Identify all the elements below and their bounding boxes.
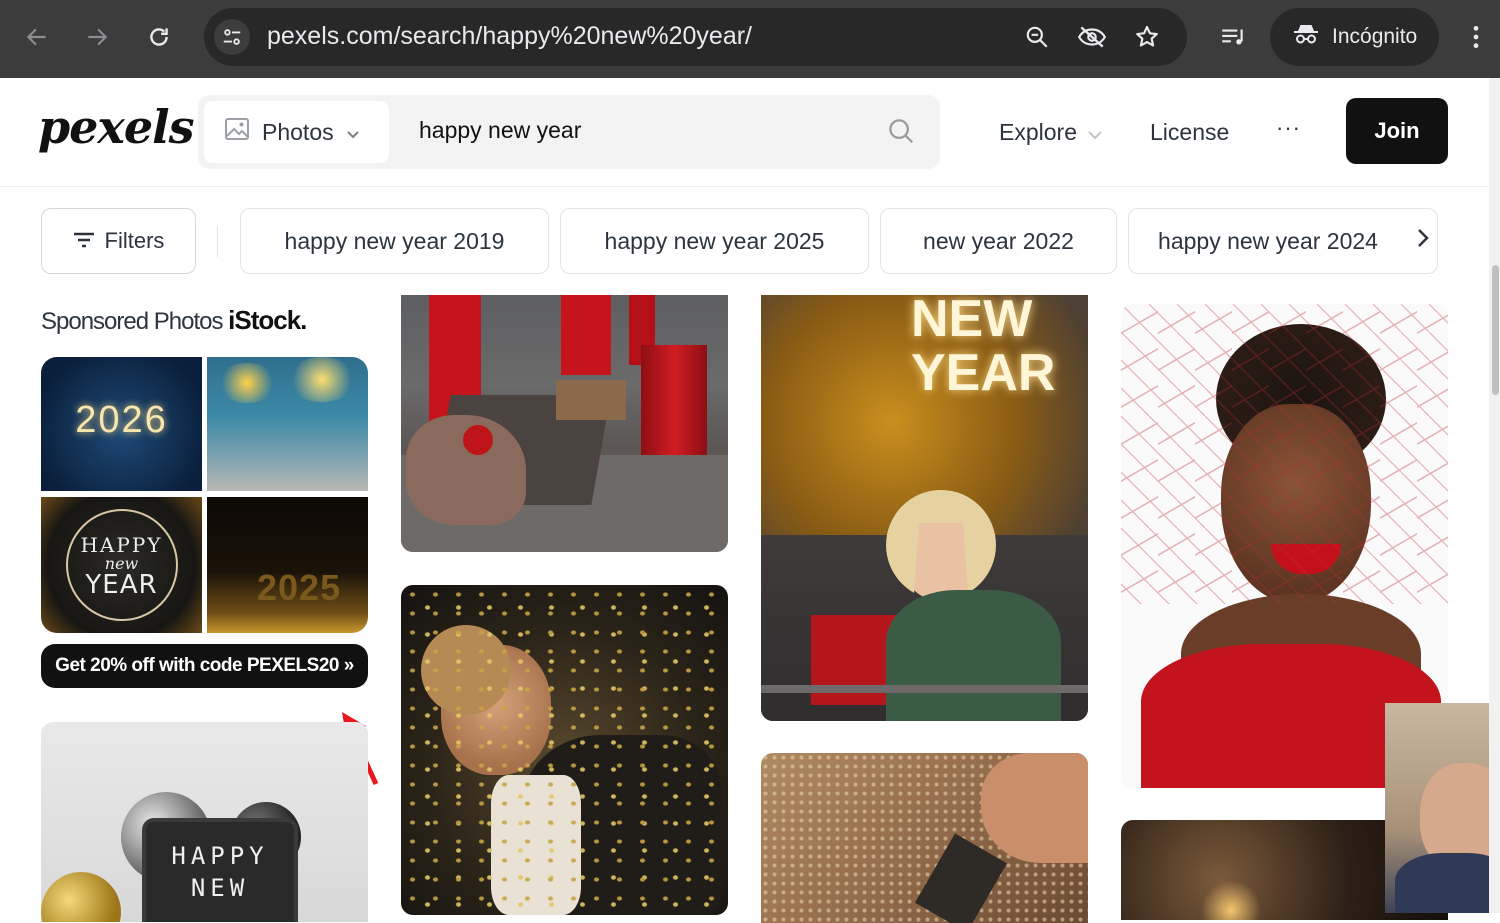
photo-man-in-confetti[interactable]: [401, 585, 728, 915]
chevron-down-icon: [346, 119, 360, 146]
webcam-overlay: [1385, 703, 1500, 913]
site-info-icon[interactable]: [214, 19, 250, 55]
sponsored-grid[interactable]: 2026 HAPPY new YEAR 2025: [41, 357, 368, 633]
forward-icon[interactable]: [80, 20, 114, 54]
incognito-indicator[interactable]: Incógnito: [1270, 8, 1439, 66]
chip-divider: [217, 225, 218, 257]
media-queue-icon[interactable]: [1216, 20, 1250, 54]
reload-icon[interactable]: [142, 20, 176, 54]
eye-off-icon[interactable]: [1077, 22, 1107, 52]
chevron-right-icon[interactable]: [1416, 227, 1430, 255]
photo-champagne-pour[interactable]: [761, 753, 1088, 923]
search-input[interactable]: happy new year: [419, 117, 581, 144]
star-icon[interactable]: [1132, 22, 1162, 52]
tile-text-year: YEAR: [85, 570, 158, 600]
image-icon: [224, 117, 250, 147]
sponsored-label: Sponsored Photos: [41, 308, 223, 335]
pexels-logo[interactable]: pexels: [38, 100, 194, 154]
photo-happy-new-sign[interactable]: HAPPY NEW: [41, 722, 368, 922]
url-text[interactable]: pexels.com/search/happy%20new%20year/: [267, 22, 752, 51]
incognito-label: Incógnito: [1332, 25, 1418, 48]
sponsored-heading: Sponsored Photos iStock.: [41, 305, 307, 336]
more-menu-icon[interactable]: ···: [1276, 115, 1301, 141]
related-search-chip[interactable]: happy new year 2024: [1128, 208, 1438, 274]
search-type-label: Photos: [262, 118, 334, 145]
site-header: pexels Photos happy new year Explore Lic…: [0, 78, 1489, 187]
sponsored-photo-2026[interactable]: 2026: [41, 357, 202, 491]
photo-lunar-new-year-set[interactable]: [401, 295, 728, 552]
search-type-dropdown[interactable]: Photos: [204, 101, 389, 163]
sponsored-photo-2025[interactable]: 2025: [207, 497, 368, 633]
search-bar[interactable]: Photos happy new year: [198, 95, 940, 169]
tile-text-2025: 2025: [257, 567, 342, 608]
related-search-chip[interactable]: new year 2022: [880, 208, 1117, 274]
istock-logo[interactable]: iStock.: [228, 305, 307, 335]
menu-kebab-icon[interactable]: [1459, 20, 1493, 54]
photo-woman-new-year-neon[interactable]: NEW YEAR: [761, 295, 1088, 721]
back-icon[interactable]: [20, 20, 54, 54]
page-scrollbar[interactable]: [1489, 78, 1500, 913]
related-searches-bar: Filters happy new year 2019 happy new ye…: [0, 187, 1489, 287]
sponsored-photo-happy-new-year[interactable]: HAPPY new YEAR: [41, 497, 202, 633]
neon-text-new: NEW: [911, 295, 1033, 348]
filter-icon: [73, 228, 95, 254]
promo-code-banner[interactable]: Get 20% off with code PEXELS20 »: [41, 644, 368, 688]
explore-menu[interactable]: Explore: [999, 119, 1103, 146]
license-link[interactable]: License: [1150, 119, 1229, 146]
sponsored-photo-fireworks[interactable]: [207, 357, 368, 491]
sign-text-new: NEW: [190, 874, 250, 902]
address-bar[interactable]: pexels.com/search/happy%20new%20year/: [204, 8, 1187, 66]
join-button[interactable]: Join: [1346, 98, 1448, 164]
filters-label: Filters: [104, 228, 165, 253]
zoom-icon[interactable]: [1022, 22, 1052, 52]
explore-label: Explore: [999, 119, 1077, 145]
sign-text-happy: HAPPY: [171, 842, 269, 870]
incognito-icon: [1292, 22, 1320, 52]
sparkler-text: 2026: [75, 399, 168, 441]
browser-toolbar: pexels.com/search/happy%20new%20year/ In…: [0, 0, 1500, 78]
filters-button[interactable]: Filters: [41, 208, 196, 274]
related-search-chip[interactable]: happy new year 2019: [240, 208, 549, 274]
neon-text-year: YEAR: [911, 344, 1056, 402]
chevron-down-icon: [1087, 119, 1103, 146]
scrollbar-thumb[interactable]: [1492, 265, 1499, 395]
related-search-chip[interactable]: happy new year 2025: [560, 208, 869, 274]
search-icon[interactable]: [886, 116, 916, 151]
